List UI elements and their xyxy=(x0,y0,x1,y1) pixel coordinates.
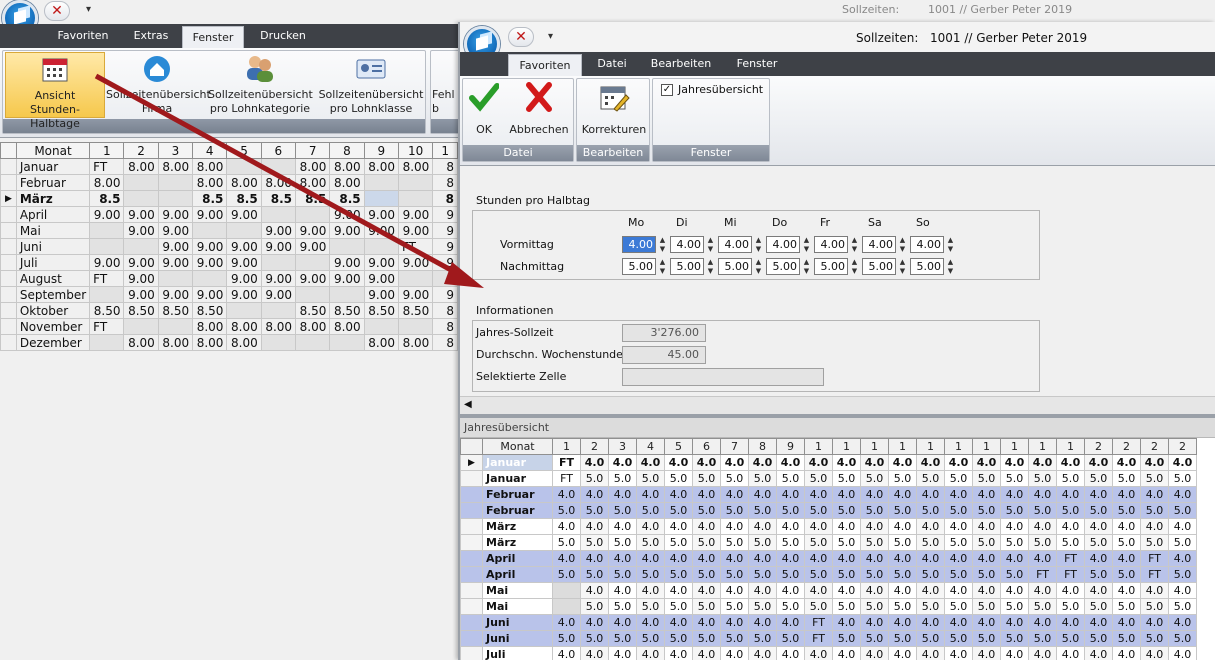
annotation-arrow-line xyxy=(94,73,464,279)
annotation-arrow-head xyxy=(444,262,484,288)
annotation-arrow xyxy=(94,73,484,288)
